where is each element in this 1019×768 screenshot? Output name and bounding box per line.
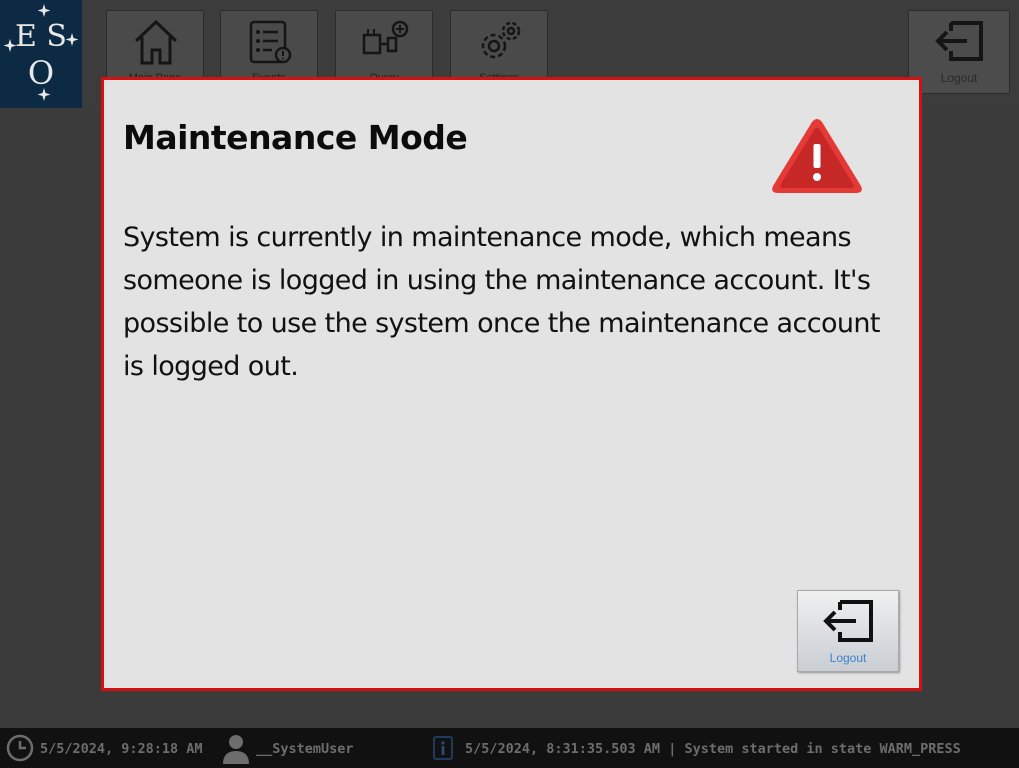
status-message: 5/5/2024, 8:31:35.503 AM | System starte… bbox=[465, 741, 961, 757]
top-logout-label: Logout bbox=[940, 71, 978, 85]
info-icon bbox=[433, 736, 453, 760]
svg-text:E S: E S bbox=[15, 19, 67, 54]
logout-icon bbox=[935, 21, 983, 61]
status-time: 5/5/2024, 9:28:18 AM bbox=[40, 741, 203, 757]
overview-icon bbox=[362, 20, 409, 55]
dialog-logout-button[interactable]: Logout bbox=[797, 590, 899, 672]
status-bar: 5/5/2024, 9:28:18 AM __SystemUser 5/5/20… bbox=[0, 728, 1019, 768]
eso-logo: E S O bbox=[0, 0, 82, 108]
dialog-logout-label: Logout bbox=[829, 651, 867, 665]
dialog-message: System is currently in maintenance mode,… bbox=[123, 222, 880, 382]
status-user: __SystemUser bbox=[256, 741, 354, 757]
svg-text:O: O bbox=[28, 54, 54, 92]
warning-icon bbox=[772, 119, 862, 193]
user-icon bbox=[223, 735, 249, 764]
dialog-title: Maintenance Mode bbox=[123, 118, 468, 157]
clock-icon bbox=[6, 734, 34, 762]
gear-icon bbox=[481, 21, 521, 59]
home-icon bbox=[134, 19, 178, 65]
logout-icon bbox=[823, 600, 873, 642]
maintenance-mode-dialog: Maintenance Mode System is currently in … bbox=[101, 77, 922, 691]
top-logout-button[interactable]: Logout bbox=[908, 10, 1010, 94]
event-list-icon bbox=[249, 20, 292, 64]
